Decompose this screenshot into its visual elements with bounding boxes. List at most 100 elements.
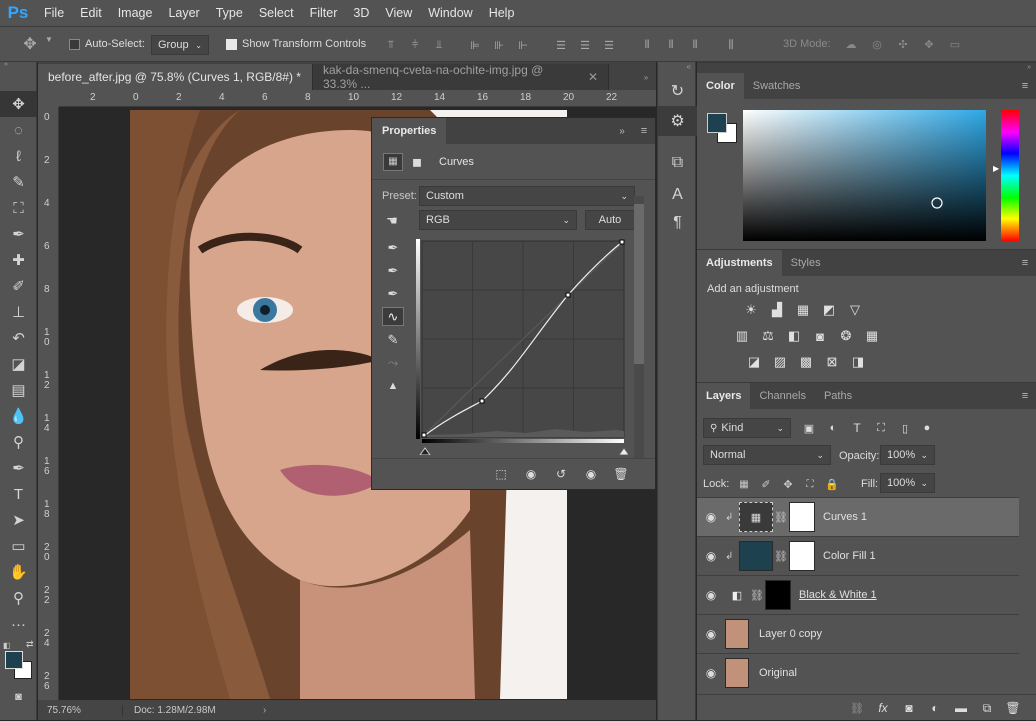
tab-styles[interactable]: Styles [782, 250, 830, 276]
link-layers-icon[interactable]: ⛓ [848, 699, 866, 717]
filter-smart-object-icon[interactable]: ▯ [896, 419, 914, 437]
clone-stamp-tool-icon[interactable]: ⊥ [0, 299, 37, 325]
lock-transparent-icon[interactable]: ▦ [735, 475, 753, 493]
reset-icon[interactable]: ↺ [551, 464, 571, 484]
lock-position-icon[interactable]: ✥ [779, 475, 797, 493]
hand-tool-icon[interactable]: ✋ [0, 559, 37, 585]
layer-style-icon[interactable]: fx [874, 699, 892, 717]
history-icon[interactable]: ↻ [658, 76, 697, 106]
gradient-map-icon[interactable]: ⊠ [821, 351, 843, 373]
menu-image[interactable]: Image [110, 0, 161, 26]
tab-adjustments[interactable]: Adjustments [697, 250, 782, 276]
tab-before-after[interactable]: before_after.jpg @ 75.8% (Curves 1, RGB/… [38, 64, 313, 90]
clipping-warning-icon[interactable]: ▲ [382, 376, 404, 395]
distribute-vcenter-icon[interactable]: ☰ [574, 36, 596, 54]
3d-rotate-icon[interactable]: ☁ [840, 35, 862, 53]
menu-view[interactable]: View [377, 0, 420, 26]
close-icon[interactable]: ✕ [588, 70, 598, 84]
tab-channels[interactable]: Channels [750, 383, 814, 409]
distribute-right-icon[interactable]: ⫴ [684, 36, 706, 54]
layer-0-copy[interactable]: ◉ Layer 0 copy [697, 614, 1019, 653]
new-group-icon[interactable]: ▬ [952, 699, 970, 717]
menu-3d[interactable]: 3D [345, 0, 377, 26]
lasso-tool-icon[interactable]: ℓ [0, 143, 37, 169]
layer-name[interactable]: Black & White 1 [799, 589, 877, 601]
visibility-eye-icon[interactable]: ◉ [697, 549, 725, 563]
layer-black-white-1[interactable]: ◉ ◧ ⛓ Black & White 1 [697, 575, 1019, 614]
3d-roll-icon[interactable]: ◎ [866, 35, 888, 53]
layer-filter-dropdown[interactable]: ⚲ Kind ⌄ [703, 418, 791, 438]
layer-curves-1[interactable]: ◉ ↲ ▦ ⛓ Curves 1 [697, 497, 1019, 536]
move-tool-icon[interactable]: ✥ [18, 33, 42, 55]
black-point-eyedropper-icon[interactable]: ✒ [382, 238, 404, 257]
menu-type[interactable]: Type [208, 0, 251, 26]
menu-window[interactable]: Window [420, 0, 480, 26]
hue-saturation-icon[interactable]: ▥ [731, 325, 753, 347]
curve-points-icon[interactable]: ∿ [382, 307, 404, 326]
threshold-icon[interactable]: ▩ [795, 351, 817, 373]
align-right-icon[interactable]: ⊩ [512, 36, 534, 54]
photo-filter-icon[interactable]: ◙ [809, 325, 831, 347]
align-left-icon[interactable]: ⊫ [464, 36, 486, 54]
delete-layer-icon[interactable]: 🗑 [1004, 699, 1022, 717]
new-adjustment-layer-icon[interactable]: ◐ [926, 699, 944, 717]
move-tool-icon[interactable]: ✥ [0, 91, 37, 117]
clip-to-layer-icon[interactable]: ⬚ [491, 464, 511, 484]
menu-filter[interactable]: Filter [302, 0, 346, 26]
distribute-left-icon[interactable]: ⫴ [636, 36, 658, 54]
status-menu-icon[interactable]: › [263, 705, 266, 716]
filter-pixel-icon[interactable]: ▣ [800, 419, 818, 437]
filter-toggle-icon[interactable]: ● [920, 419, 934, 437]
layer-name[interactable]: Curves 1 [823, 511, 867, 523]
default-colors-icon[interactable]: ◧ [3, 641, 11, 650]
vibrance-icon[interactable]: ▽ [844, 299, 866, 321]
invert-icon[interactable]: ◪ [743, 351, 765, 373]
auto-align-icon[interactable]: ⫼ [720, 36, 742, 54]
foreground-color-swatch[interactable] [707, 113, 727, 133]
channel-mixer-icon[interactable]: ❂ [835, 325, 857, 347]
scrollbar-thumb[interactable] [634, 204, 644, 364]
menu-help[interactable]: Help [481, 0, 523, 26]
gradient-tool-icon[interactable]: ▤ [0, 377, 37, 403]
paragraph-styles-icon[interactable]: ⧉ [658, 146, 697, 180]
auto-select-dropdown[interactable]: Group ⌄ [151, 35, 209, 55]
layer-mask-thumbnail[interactable] [789, 502, 815, 532]
visibility-icon[interactable]: ◉ [581, 464, 601, 484]
posterize-icon[interactable]: ▨ [769, 351, 791, 373]
link-icon[interactable]: ⛓ [749, 589, 765, 602]
tab-color[interactable]: Color [697, 73, 744, 99]
layer-mask-thumbnail[interactable] [765, 580, 791, 610]
foreground-color-swatch[interactable] [5, 651, 23, 669]
visibility-eye-icon[interactable]: ◉ [697, 588, 725, 602]
swap-colors-icon[interactable]: ⇄ [26, 639, 34, 650]
filter-type-icon[interactable]: T [848, 419, 866, 437]
crop-tool-icon[interactable]: ⛶ [0, 195, 37, 221]
align-top-icon[interactable]: ⫪ [380, 36, 402, 54]
blur-tool-icon[interactable]: 💧 [0, 403, 37, 429]
curves-graph[interactable] [416, 239, 628, 455]
menu-file[interactable]: File [36, 0, 72, 26]
gray-point-eyedropper-icon[interactable]: ✒ [382, 261, 404, 280]
auto-button[interactable]: Auto [585, 210, 635, 230]
healing-brush-tool-icon[interactable]: ✚ [0, 247, 37, 273]
mask-icon[interactable]: ◼ [407, 153, 427, 171]
collapse-icon[interactable]: » [697, 63, 1036, 73]
blend-mode-dropdown[interactable]: Normal ⌄ [703, 445, 831, 465]
color-picker-field[interactable] [743, 110, 986, 241]
type-tool-icon[interactable]: T [0, 481, 37, 507]
menu-select[interactable]: Select [251, 0, 302, 26]
layer-color-fill-1[interactable]: ◉ ↲ ⛓ Color Fill 1 [697, 536, 1019, 575]
history-brush-tool-icon[interactable]: ↶ [0, 325, 37, 351]
brightness-contrast-icon[interactable]: ☀ [740, 299, 762, 321]
opacity-field[interactable]: 100% ⌄ [880, 445, 935, 465]
distribute-bottom-icon[interactable]: ☰ [598, 36, 620, 54]
hue-slider-marker[interactable]: ▶ [993, 164, 999, 173]
3d-slide-icon[interactable]: ✥ [918, 35, 940, 53]
visibility-eye-icon[interactable]: ◉ [697, 666, 725, 680]
preset-dropdown[interactable]: Custom ⌄ [419, 186, 635, 206]
eraser-tool-icon[interactable]: ◪ [0, 351, 37, 377]
pencil-icon[interactable]: ✎ [382, 330, 404, 349]
scrollbar[interactable] [634, 196, 644, 458]
curves-adjust-icon[interactable]: ▦ [792, 299, 814, 321]
white-point-eyedropper-icon[interactable]: ✒ [382, 284, 404, 303]
